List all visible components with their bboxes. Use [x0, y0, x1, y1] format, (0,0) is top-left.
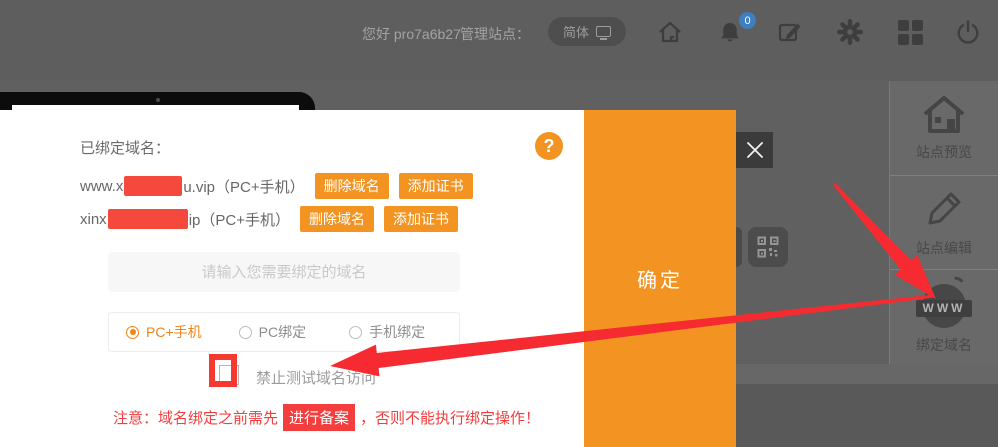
language-label: 简体 — [563, 22, 589, 41]
note-text-post: ，否则不能执行绑定操作！ — [360, 407, 540, 428]
manage-site-label: 管理站点： — [460, 24, 530, 44]
add-certificate-button[interactable]: 添加证书 — [384, 206, 458, 232]
user-greeting: 您好 pro7a6b27 — [362, 24, 461, 44]
sidebar-item-bind-domain[interactable]: WWW 绑定域名 — [890, 270, 998, 364]
radio-pc-and-mobile[interactable]: PC+手机 — [126, 322, 202, 342]
sidebar-item-site-preview[interactable]: 站点预览 — [890, 81, 998, 176]
apps-grid-icon[interactable] — [894, 16, 926, 48]
qr-code-icon — [757, 236, 779, 258]
house-icon — [921, 93, 967, 135]
sidebar-label: 站点预览 — [916, 142, 972, 162]
edit-icon[interactable] — [774, 16, 806, 48]
language-switch-button[interactable]: 简体 — [548, 17, 626, 46]
qr-code-button[interactable] — [748, 227, 788, 267]
bound-domains-label: 已绑定域名： — [80, 137, 170, 158]
domain-text-prefix: www.x — [80, 178, 123, 195]
settings-gear-icon[interactable] — [834, 16, 866, 48]
right-sidebar: 站点预览 站点编辑 WWW 绑定域名 — [889, 81, 998, 364]
www-text: WWW — [916, 300, 972, 317]
delete-domain-button[interactable]: 删除域名 — [300, 206, 374, 232]
pencil-icon — [922, 187, 966, 231]
page: 您好 pro7a6b27 管理站点： 简体 0 — [0, 0, 998, 447]
power-logout-icon[interactable] — [952, 16, 984, 48]
radio-mobile-bind[interactable]: 手机绑定 — [349, 322, 425, 342]
radio-dot-icon — [126, 326, 139, 339]
redaction-mark — [108, 209, 188, 229]
radio-label: PC绑定 — [259, 322, 306, 342]
notification-count-badge: 0 — [739, 12, 756, 29]
delete-domain-button[interactable]: 删除域名 — [315, 173, 389, 199]
bound-domain-row: xinx ip（PC+手机） 删除域名 添加证书 — [80, 206, 458, 232]
forbid-test-domain-label: 禁止测试域名访问 — [256, 367, 376, 388]
bind-domain-dialog: ? 已绑定域名： www.x u.vip（PC+手机） 删除域名 添加证书 xin… — [0, 110, 586, 447]
radio-label: PC+手机 — [146, 322, 202, 342]
help-icon[interactable]: ? — [535, 132, 563, 160]
note-text-pre: 注意：域名绑定之前需先 — [113, 407, 278, 428]
radio-dot-icon — [349, 326, 362, 339]
confirm-button[interactable]: 确定 — [584, 110, 736, 447]
bound-domain-row: www.x u.vip（PC+手机） 删除域名 添加证书 — [80, 173, 473, 199]
sidebar-label: 绑定域名 — [916, 335, 972, 355]
icp-filing-link[interactable]: 进行备案 — [283, 404, 355, 431]
radio-label: 手机绑定 — [369, 322, 425, 342]
checkbox-highlight-annotation — [209, 354, 237, 387]
sidebar-label: 站点编辑 — [916, 238, 972, 258]
domain-text-suffix: u.vip（PC+手机） — [183, 176, 304, 197]
home-icon[interactable] — [654, 16, 686, 48]
radio-pc-bind[interactable]: PC绑定 — [239, 322, 306, 342]
camera-dot — [156, 98, 160, 102]
add-certificate-button[interactable]: 添加证书 — [399, 173, 473, 199]
www-globe-icon: WWW — [916, 280, 972, 328]
sidebar-item-site-edit[interactable]: 站点编辑 — [890, 176, 998, 271]
domain-text-prefix: xinx — [80, 211, 107, 228]
close-icon — [745, 140, 765, 160]
domain-input[interactable] — [108, 252, 460, 292]
domain-text-suffix: ip（PC+手机） — [189, 209, 290, 230]
redaction-mark — [124, 176, 182, 196]
bind-mode-radio-group: PC+手机 PC绑定 手机绑定 — [108, 312, 460, 352]
radio-dot-icon — [239, 326, 252, 339]
close-dialog-button[interactable] — [736, 132, 773, 168]
icp-note: 注意：域名绑定之前需先 进行备案 ，否则不能执行绑定操作！ — [113, 404, 540, 431]
monitor-icon — [596, 26, 611, 37]
